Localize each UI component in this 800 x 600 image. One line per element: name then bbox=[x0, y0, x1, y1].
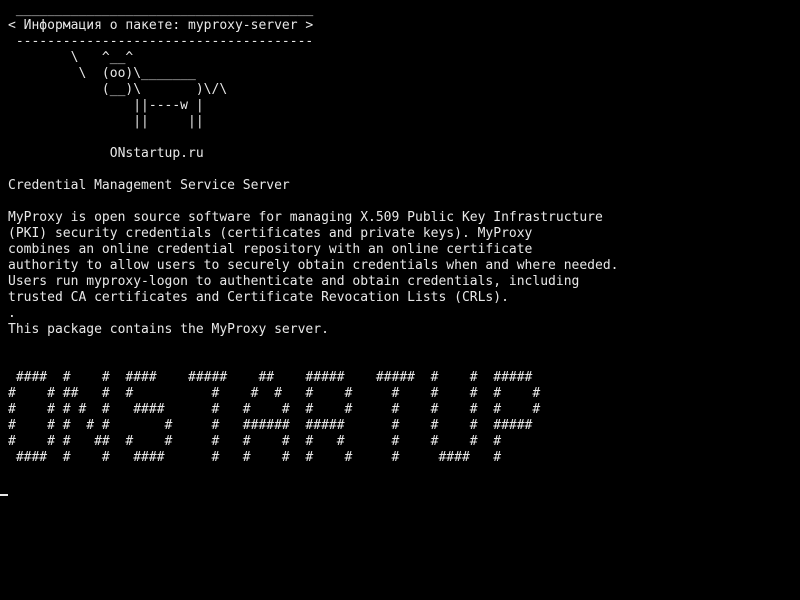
terminal-line: combines an online credential repository… bbox=[8, 242, 533, 257]
terminal-line: ______________________________________ bbox=[8, 2, 314, 17]
terminal-window[interactable]: ______________________________________ < … bbox=[0, 0, 800, 600]
terminal-line: \ (oo)\_______ bbox=[8, 66, 196, 81]
terminal-line: (__)\ )\/\ bbox=[8, 82, 228, 97]
terminal-line: trusted CA certificates and Certificate … bbox=[8, 290, 509, 305]
terminal-line: ||----w | bbox=[8, 98, 204, 113]
terminal-line: Users run myproxy-logon to authenticate … bbox=[8, 274, 580, 289]
terminal-line: #### # # #### ##### ## ##### ##### # # #… bbox=[8, 370, 533, 385]
terminal-line: # # # # # #### # # # # # # # # # # bbox=[8, 402, 541, 417]
terminal-line: || || bbox=[8, 114, 204, 129]
terminal-line: ONstartup.ru bbox=[8, 146, 204, 161]
terminal-line: MyProxy is open source software for mana… bbox=[8, 210, 603, 225]
terminal-line: # # ## # # # # # # # # # # # # bbox=[8, 386, 541, 401]
terminal-line: Credential Management Service Server bbox=[8, 178, 290, 193]
terminal-line: #### # # #### # # # # # # #### # bbox=[8, 450, 502, 465]
terminal-output: ______________________________________ < … bbox=[8, 2, 618, 466]
text-cursor bbox=[0, 494, 8, 496]
terminal-line: authority to allow users to securely obt… bbox=[8, 258, 619, 273]
terminal-line: # # # ## # # # # # # # # # # # bbox=[8, 434, 502, 449]
terminal-line: . bbox=[8, 306, 16, 321]
terminal-line: < Информация о пакете: myproxy-server > bbox=[8, 18, 314, 33]
terminal-line: This package contains the MyProxy server… bbox=[8, 322, 329, 337]
terminal-line: (PKI) security credentials (certificates… bbox=[8, 226, 533, 241]
terminal-line: -------------------------------------- bbox=[8, 34, 314, 49]
terminal-line: # # # # # # # ###### ##### # # # ##### bbox=[8, 418, 533, 433]
terminal-line: \ ^__^ bbox=[8, 50, 134, 65]
